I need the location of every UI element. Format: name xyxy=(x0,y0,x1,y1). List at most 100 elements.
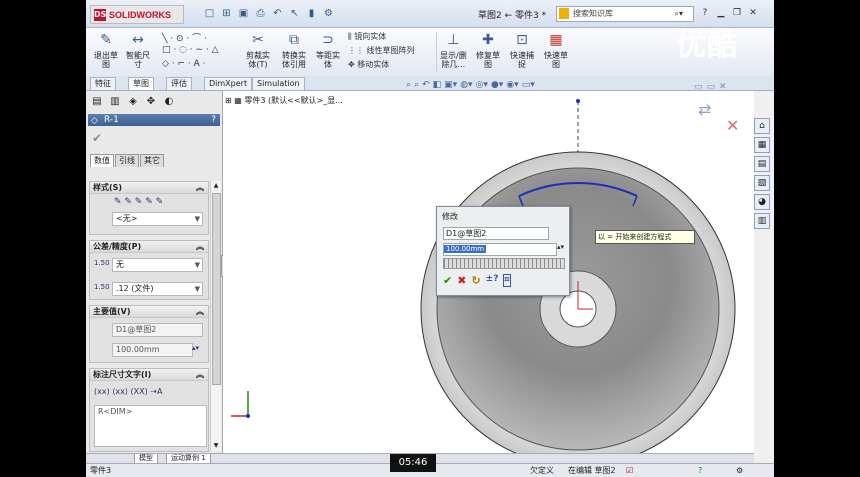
offset-entities-button[interactable]: ⊃ 等距实 体 xyxy=(316,30,340,69)
doc-minimize-icon[interactable]: ▭ xyxy=(694,82,703,92)
mirror-entities-item[interactable]: ⫼ 镜向实体 xyxy=(348,31,386,42)
instant-sketch-label: 快速草 xyxy=(544,51,568,60)
property-manager-icon[interactable]: ▥ xyxy=(108,95,122,109)
appearances-icon[interactable]: ◕ xyxy=(754,194,770,210)
dimension-text-tools[interactable]: (xx) ⟨xx⟩ (XX) ⇢A xyxy=(94,387,162,396)
undo-icon[interactable]: ↶ xyxy=(270,6,285,21)
modify-cancel-button[interactable]: ✖ xyxy=(457,274,466,287)
hide-show-icon[interactable]: ◎▾ xyxy=(476,80,488,90)
precision-select[interactable]: .12 (文件) ▼ xyxy=(112,282,203,296)
subtab-leaders[interactable]: 引线 xyxy=(115,154,139,167)
value-spin-icon[interactable]: ▴▾ xyxy=(557,243,564,251)
quick-snaps-button[interactable]: ⊡ 快速捕 捉 xyxy=(510,30,534,69)
modify-ok-button[interactable]: ✔ xyxy=(443,274,452,287)
value-spinner[interactable]: ▴▾ xyxy=(192,344,199,352)
collapse-icon[interactable]: ︽ xyxy=(196,306,204,317)
tolerance-type-select[interactable]: 无 ▼ xyxy=(112,258,203,272)
close-icon[interactable]: ✕ xyxy=(746,6,760,20)
rebuild-indicator-icon[interactable]: ☑ xyxy=(626,464,633,477)
help-icon[interactable]: ? xyxy=(211,114,216,126)
scroll-thumb[interactable] xyxy=(212,193,221,385)
sketch-tools-row-3[interactable]: ◇ · ⌐ · A · xyxy=(162,59,206,69)
collapse-icon[interactable]: ︽ xyxy=(196,182,204,193)
style-icons[interactable]: ✎ ✎ ✎ ✎ ✎ xyxy=(114,197,163,207)
modify-rebuild-button[interactable]: ↻ xyxy=(471,274,480,287)
open-icon[interactable]: ⊞ xyxy=(219,6,234,21)
units-icon[interactable]: ⚙ xyxy=(736,464,743,477)
repair-sketch-button[interactable]: ✚ 修复草 图 xyxy=(476,30,500,69)
sketch-tools-row-1[interactable]: ╲ · ⊙ · ⌒ · xyxy=(162,31,207,44)
doc-restore-icon[interactable]: ▭ xyxy=(707,82,716,92)
linear-pattern-item[interactable]: ⋮⋮ 线性草图阵列 xyxy=(348,45,415,56)
help-status-icon[interactable]: ? xyxy=(698,464,702,477)
view-settings-icon[interactable]: ▭▾ xyxy=(522,80,535,90)
help-icon[interactable]: ? xyxy=(698,6,712,20)
modify-spin-increment-button[interactable]: ±? xyxy=(486,274,499,287)
convert-entities-button[interactable]: ⧉ 转换实 体引用 xyxy=(282,30,306,69)
thumbwheel-slider[interactable] xyxy=(443,258,565,269)
collapse-icon[interactable]: ︽ xyxy=(196,369,204,380)
tab-sketch[interactable]: 草图 xyxy=(128,77,154,90)
scene-icon[interactable]: ◉▾ xyxy=(506,80,518,90)
view-palette-icon[interactable]: ▧ xyxy=(754,175,770,191)
save-icon[interactable]: ▣ xyxy=(236,6,251,21)
minimize-icon[interactable]: ▁ xyxy=(714,6,728,20)
custom-properties-icon[interactable]: ▥ xyxy=(754,213,770,229)
feature-manager-icon[interactable]: ▤ xyxy=(90,95,104,109)
tab-features[interactable]: 特征 xyxy=(90,77,116,90)
zoom-area-icon[interactable]: ⌕ xyxy=(414,80,419,90)
select-icon[interactable]: ↖ xyxy=(287,6,302,21)
subtab-other[interactable]: 其它 xyxy=(140,154,164,167)
section-view-icon[interactable]: ◧ xyxy=(433,80,442,90)
new-icon[interactable]: □ xyxy=(202,6,217,21)
configuration-manager-icon[interactable]: ◈ xyxy=(126,95,140,109)
dimension-value-field[interactable]: 100.00mm xyxy=(112,343,193,357)
smart-dimension-button[interactable]: ↔ 智能尺 寸 xyxy=(126,30,150,69)
dimension-name-field[interactable]: D1@草图2 xyxy=(112,323,203,337)
modify-mark-dimension-button[interactable]: ⌗ xyxy=(503,274,511,287)
scroll-down-icon[interactable]: ▼ xyxy=(211,441,221,451)
zoom-to-fit-icon[interactable]: ⌕ xyxy=(406,80,411,90)
trim-entities-button[interactable]: ✂ 剪裁实 体(T) xyxy=(246,30,270,69)
tolerance-group-header[interactable]: 公差/精度(P) ︽ xyxy=(90,241,208,253)
dimension-text-header[interactable]: 标注尺寸文字(I) ︽ xyxy=(90,369,208,381)
rebuild-icon[interactable]: ▮ xyxy=(304,6,319,21)
solidworks-resources-icon[interactable]: ⌂ xyxy=(754,118,770,134)
sketch-tools-row-2[interactable]: □ · ◌ · ∼ · △ xyxy=(162,45,219,55)
options-icon[interactable]: ⚙ xyxy=(321,6,336,21)
restore-icon[interactable]: ❐ xyxy=(730,6,744,20)
dimxpert-manager-icon[interactable]: ✥ xyxy=(144,95,158,109)
modify-value-input[interactable]: 100.00mm xyxy=(443,243,557,256)
style-group-header[interactable]: 样式(S) ︽ xyxy=(90,182,208,194)
instant-sketch-button[interactable]: ▦ 快速草 图 xyxy=(544,30,568,69)
display-style-icon[interactable]: ◍▾ xyxy=(460,80,472,90)
tab-evaluate[interactable]: 评估 xyxy=(166,77,192,90)
search-icon[interactable]: ⌕▾ xyxy=(675,7,684,21)
view-orientation-icon[interactable]: ▣▾ xyxy=(444,80,457,90)
subtab-value[interactable]: 数值 xyxy=(90,154,114,167)
scroll-up-icon[interactable]: ▲ xyxy=(211,181,221,191)
tab-simulation[interactable]: Simulation xyxy=(252,77,305,90)
cancel-sketch-icon[interactable]: ✕ xyxy=(726,116,739,135)
panel-scrollbar[interactable]: ▲ ▼ xyxy=(210,181,221,451)
search-input[interactable]: 搜索知识库 ⌕▾ xyxy=(556,6,694,22)
previous-view-icon[interactable]: ↶ xyxy=(422,80,430,90)
appearance-icon[interactable]: ●▾ xyxy=(491,80,503,90)
doc-close-icon[interactable]: ✕ xyxy=(719,82,727,92)
display-manager-icon[interactable]: ◐ xyxy=(162,95,176,109)
exit-sketch-button[interactable]: ✎ 退出草 图 xyxy=(94,30,118,69)
dimension-text-field[interactable]: R<DIM> xyxy=(94,405,207,447)
tab-dimxpert[interactable]: DimXpert xyxy=(204,77,253,90)
primary-value-group: 主要值(V) ︽ D1@草图2 100.00mm ▴▾ xyxy=(89,305,209,363)
display-delete-relations-button[interactable]: ⊥ 显示/删 除几... xyxy=(440,30,467,69)
solidworks-logo[interactable]: DS SOLIDWORKS xyxy=(90,5,184,24)
style-select[interactable]: <无> ▼ xyxy=(112,212,203,226)
collapse-icon[interactable]: ︽ xyxy=(196,241,204,252)
primary-value-header[interactable]: 主要值(V) ︽ xyxy=(90,306,208,318)
confirm-sketch-icon[interactable]: ⇄ xyxy=(698,100,711,119)
print-icon[interactable]: ⎙ xyxy=(253,6,268,21)
move-entities-item[interactable]: ✥ 移动实体 xyxy=(348,59,389,70)
file-explorer-icon[interactable]: ▤ xyxy=(754,156,770,172)
ok-icon[interactable]: ✔ xyxy=(92,131,102,145)
design-library-icon[interactable]: ▦ xyxy=(754,137,770,153)
